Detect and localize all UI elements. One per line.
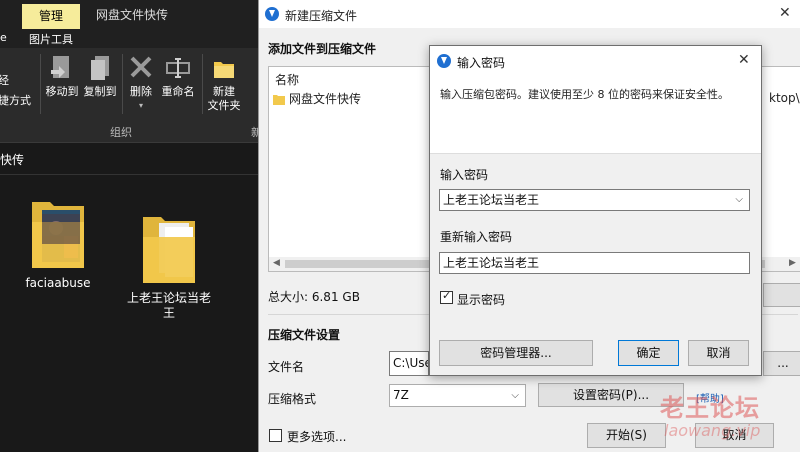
file-item-folder[interactable]: faciaabuse [20,196,96,291]
total-size-text: 总大小: 6.81 GB [268,290,360,304]
file-name-input[interactable]: C:\Users [389,351,429,376]
delete-label: 删除 [130,85,152,98]
column-header-name[interactable]: 名称 [275,71,299,88]
ribbon-group-organize: 组织 [110,126,132,139]
delete-button[interactable]: 删除 ▾ [126,54,156,113]
format-value: 7Z [393,388,409,402]
ok-button[interactable]: 确定 [618,340,679,366]
password-input[interactable]: 上老王论坛当老王 ⌵ [439,189,750,211]
new-folder-label-2: 文件夹 [207,99,241,112]
format-label: 压缩格式 [268,392,317,406]
rename-icon [166,58,190,78]
browse-button[interactable]: ... [763,351,800,376]
archive-dialog-title-bar: 新建压缩文件 ✕ [259,0,800,28]
app-logo-icon [265,7,279,21]
list-item[interactable]: 网盘文件快传 [273,90,361,107]
show-password-label[interactable]: 显示密码 [457,291,505,308]
scroll-right-icon[interactable]: ▶ [789,258,796,268]
more-options-checkbox[interactable] [269,429,282,442]
password-dialog-title-bar: 输入密码 ✕ [430,46,761,76]
new-folder-icon [214,62,234,78]
chevron-down-icon[interactable]: ⌵ [735,190,743,210]
scroll-left-icon[interactable]: ◀ [273,258,280,268]
password-description-panel: 输入压缩包密码。建议使用至少 8 位的密码来保证安全性。 [430,76,761,154]
password-description: 输入压缩包密码。建议使用至少 8 位的密码来保证安全性。 [440,88,729,101]
more-options-label[interactable]: 更多选项... [287,428,346,445]
ribbon: 经 捷方式 移动到 复制到 删除 ▾ 重命名 新建 文件夹 组织 新 [0,48,262,143]
password-manager-button[interactable]: 密码管理器... [439,340,593,366]
chevron-down-icon: ⌵ [511,390,519,401]
ribbon-separator [122,54,123,114]
file-item-folder[interactable]: 上老王论坛当老 王 [122,196,216,336]
ribbon-partial-label-1[interactable]: 经 [0,74,16,88]
folder-documents-icon [143,217,195,283]
show-password-checkbox[interactable] [440,289,453,304]
close-icon[interactable]: ✕ [738,52,750,68]
rename-label: 重命名 [161,85,195,98]
file-name: faciaabuse [25,276,91,290]
ribbon-tabs: e 图片工具 [0,30,258,48]
archive-dialog-title: 新建压缩文件 [285,9,358,23]
copy-to-label: 复制到 [83,85,117,98]
watermark-text: 老王论坛 [660,394,760,422]
new-folder-button[interactable]: 新建 文件夹 [206,54,242,113]
explorer-window-title: 网盘文件快传 [96,8,169,22]
list-item-label: 网盘文件快传 [289,92,362,106]
tab-picture-tools[interactable]: 图片工具 [29,31,73,47]
address-bar[interactable]: 快传 [0,143,258,175]
ribbon-partial-label-2[interactable]: 捷方式 [0,94,38,108]
folder-icon [273,95,285,105]
reenter-password-label: 重新输入密码 [440,230,513,244]
move-to-label: 移动到 [45,85,79,98]
add-files-header: 添加文件到压缩文件 [268,42,377,56]
archive-settings-header: 压缩文件设置 [268,328,341,342]
ribbon-separator [40,54,41,114]
enter-password-dialog: 输入密码 ✕ 输入压缩包密码。建议使用至少 8 位的密码来保证安全性。 输入密码… [429,45,762,376]
format-select[interactable]: 7Z ⌵ [389,384,526,407]
password-label: 输入密码 [440,168,489,182]
new-folder-label-1: 新建 [213,85,235,98]
explorer-title-bar: 管理 网盘文件快传 [0,0,258,30]
watermark-url: laowang.vip [664,421,761,440]
file-name-label: 文件名 [268,360,305,374]
password-cancel-button[interactable]: 取消 [688,340,749,366]
file-name: 上老王论坛当老 王 [126,291,211,320]
delete-dropdown-icon[interactable]: ▾ [126,99,156,113]
file-explorer-window: 管理 网盘文件快传 e 图片工具 经 捷方式 移动到 复制到 删除 ▾ 重命名 … [0,0,262,452]
app-logo-icon [437,54,451,68]
ribbon-separator [202,54,203,114]
ribbon-tab-partial[interactable]: e [0,31,7,44]
tab-manage[interactable]: 管理 [22,4,80,29]
list-overflow-text: ktop\ [769,91,800,105]
address-text: 快传 [0,153,25,167]
rename-button[interactable]: 重命名 [160,54,196,99]
move-to-icon [51,56,69,78]
side-button-partial[interactable] [763,283,800,307]
start-button[interactable]: 开始(S) [587,423,666,448]
copy-to-button[interactable]: 复制到 [82,54,118,99]
move-to-button[interactable]: 移动到 [44,54,80,99]
reenter-password-input[interactable]: 上老王论坛当老王 [439,252,750,274]
delete-x-icon [130,56,152,78]
password-dialog-title: 输入密码 [457,56,506,70]
close-icon[interactable]: ✕ [779,5,791,21]
password-value: 上老王论坛当老王 [443,193,540,207]
copy-to-icon [91,56,109,80]
folder-thumbnail-icon [32,202,84,268]
